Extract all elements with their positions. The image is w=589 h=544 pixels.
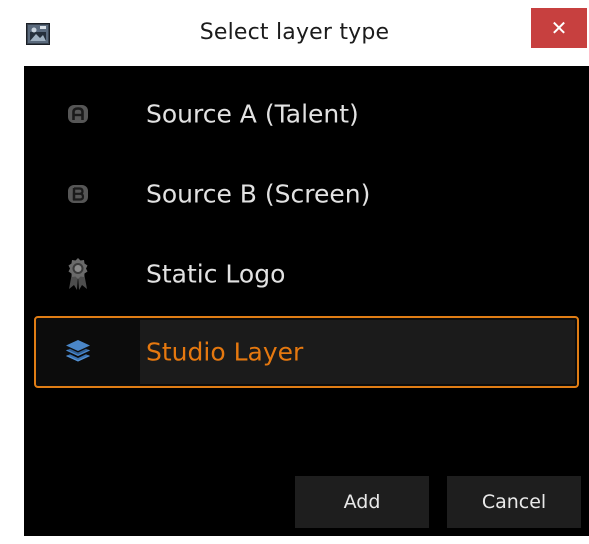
award-ribbon-icon bbox=[60, 256, 96, 292]
close-button[interactable]: ✕ bbox=[531, 8, 587, 48]
stacked-layers-icon bbox=[60, 334, 96, 370]
layer-item-label: Source B (Screen) bbox=[146, 179, 371, 209]
cancel-button[interactable]: Cancel bbox=[447, 476, 581, 528]
layer-item-label: Source A (Talent) bbox=[146, 99, 359, 129]
layer-item-static-logo[interactable]: Static Logo bbox=[34, 238, 579, 310]
source-a-badge-icon bbox=[60, 96, 96, 132]
layer-item-source-b[interactable]: Source B (Screen) bbox=[34, 158, 579, 230]
close-icon: ✕ bbox=[550, 16, 568, 40]
title-bar[interactable]: Select layer type ✕ bbox=[0, 0, 589, 66]
layer-item-source-a[interactable]: Source A (Talent) bbox=[34, 78, 579, 150]
window-bottom-border bbox=[24, 536, 589, 544]
source-b-badge-icon bbox=[60, 176, 96, 212]
layer-item-studio-layer[interactable]: Studio Layer bbox=[34, 316, 579, 388]
add-button[interactable]: Add bbox=[295, 476, 429, 528]
layer-list-panel: Source A (Talent) Source B (Screen) Stat… bbox=[24, 66, 589, 536]
layer-item-label: Studio Layer bbox=[146, 337, 304, 367]
window-title: Select layer type bbox=[199, 20, 390, 45]
select-layer-dialog: Select layer type ✕ Source A (Talent) So… bbox=[0, 0, 589, 544]
layer-item-label: Static Logo bbox=[146, 259, 286, 289]
